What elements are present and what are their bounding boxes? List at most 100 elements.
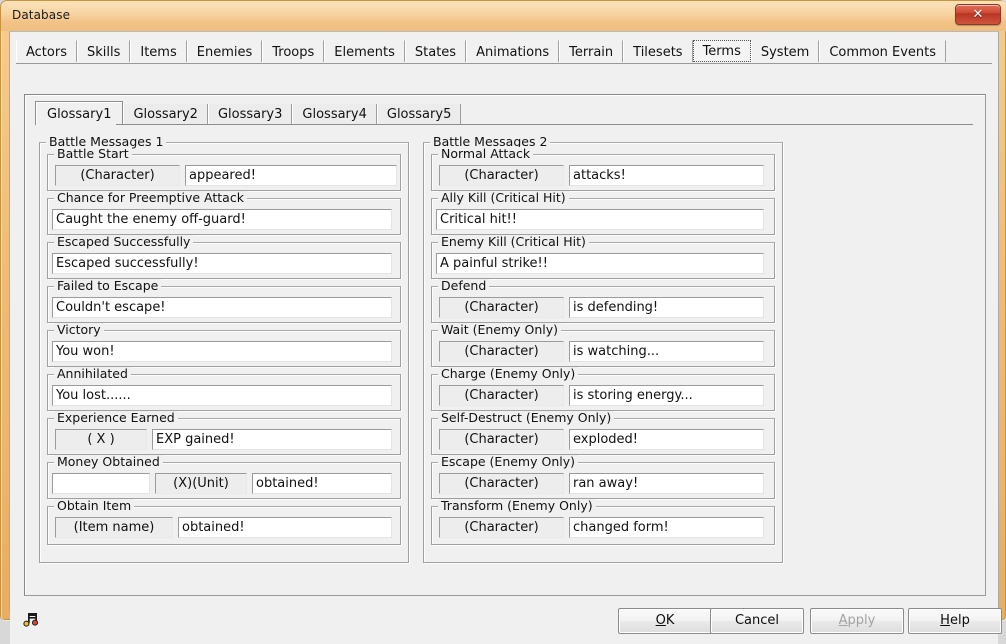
tab-animations[interactable]: Animations [466, 40, 559, 62]
text-input-charge-enemy-only-2[interactable]: is storing energy... [569, 385, 764, 406]
text-input-defend-2[interactable]: is defending! [569, 297, 764, 318]
group-title: Obtain Item [54, 499, 134, 513]
tab-troops[interactable]: Troops [262, 40, 324, 62]
static-label-self-destruct-enemy-only-1: (Character) [439, 429, 564, 450]
apply-button: Apply [810, 608, 904, 634]
tab-glossary1[interactable]: Glossary1 [35, 101, 123, 125]
tab-tilesets[interactable]: Tilesets [623, 40, 692, 62]
main-tab-underline [16, 63, 992, 64]
static-label-transform-enemy-only-1: (Character) [439, 517, 564, 538]
tab-label: Enemies [197, 45, 253, 60]
group-normal-attack: Normal Attack(Character)attacks! [431, 147, 775, 191]
glossary-tab-underline-mask [36, 124, 116, 125]
tab-actors[interactable]: Actors [16, 40, 77, 62]
group-title: Escaped Successfully [54, 235, 193, 249]
group-title: Experience Earned [54, 411, 178, 425]
group-title: Battle Start [54, 147, 132, 161]
group-victory: Victory You won! [47, 323, 401, 367]
tab-terms[interactable]: Terms [693, 40, 751, 62]
button-label: Cancel [735, 613, 779, 628]
text-input-enemy-kill-critical-hit-1[interactable]: A painful strike!! [436, 253, 764, 274]
text-input-experience-earned-2[interactable]: EXP gained! [152, 429, 392, 450]
group-money-obtained: Money Obtained (X)(Unit)obtained! [47, 455, 401, 499]
group-transform-enemy-only: Transform (Enemy Only)(Character)changed… [431, 499, 775, 545]
group-charge-enemy-only: Charge (Enemy Only)(Character)is storing… [431, 367, 775, 411]
tab-label: Troops [272, 45, 314, 60]
group-wait-enemy-only: Wait (Enemy Only)(Character)is watching.… [431, 323, 775, 367]
text-input-wait-enemy-only-2[interactable]: is watching... [569, 341, 764, 362]
button-label: OK [656, 613, 675, 628]
static-label-escape-enemy-only-1: (Character) [439, 473, 564, 494]
static-label-normal-attack-1: (Character) [439, 165, 564, 186]
database-window: Database ✕ Actors Skills Items Enemies Troop… [0, 0, 1006, 620]
ok-button[interactable]: OK [618, 608, 712, 634]
tab-elements[interactable]: Elements [324, 40, 405, 62]
group-battle-start: Battle Start(Character)appeared! [47, 147, 401, 191]
group-title: Money Obtained [54, 455, 163, 469]
tab-glossary5[interactable]: Glossary5 [377, 104, 461, 125]
tab-glossary4[interactable]: Glossary4 [292, 104, 376, 125]
text-input-escape-enemy-only-2[interactable]: ran away! [569, 473, 764, 494]
static-label-wait-enemy-only-1: (Character) [439, 341, 564, 362]
static-label-obtain-item-1: (Item name) [55, 517, 173, 538]
glossary-tab-underline [35, 124, 973, 125]
tab-items[interactable]: Items [130, 40, 186, 62]
group-title: Failed to Escape [54, 279, 161, 293]
dialog-footer: OK Cancel Apply Help [10, 598, 998, 644]
tab-system[interactable]: System [751, 40, 819, 62]
button-label: Help [940, 613, 970, 628]
close-button[interactable]: ✕ [955, 4, 1001, 25]
tab-label: Glossary5 [387, 107, 451, 122]
group-title: Escape (Enemy Only) [438, 455, 578, 469]
tab-label: Actors [26, 45, 67, 60]
cancel-button[interactable]: Cancel [710, 608, 804, 634]
group-ally-kill-critical-hit: Ally Kill (Critical Hit)Critical hit!! [431, 191, 775, 235]
group-title: Defend [438, 279, 489, 293]
tab-glossary2[interactable]: Glossary2 [123, 104, 207, 125]
text-input-money-obtained-1[interactable] [52, 473, 150, 494]
tab-label: Tilesets [633, 45, 682, 60]
close-icon: ✕ [956, 7, 1000, 23]
title-bar[interactable]: Database ✕ [1, 1, 1006, 31]
main-tab-bar: Actors Skills Items Enemies Troops ElementsSt… [16, 40, 992, 63]
group-chance-for-preemptive-attack: Chance for Preemptive Attack Caught the e… [47, 191, 401, 235]
tab-label: System [761, 45, 809, 60]
tab-terrain[interactable]: Terrain [559, 40, 623, 62]
tab-common-events[interactable]: Common Events [819, 40, 946, 62]
text-input-self-destruct-enemy-only-2[interactable]: exploded! [569, 429, 764, 450]
group-self-destruct-enemy-only: Self-Destruct (Enemy Only)(Character)exp… [431, 411, 775, 455]
text-input-transform-enemy-only-2[interactable]: changed form! [569, 517, 764, 538]
glossary-tab-bar: Glossary1Glossary2 Glossary3 Glossary4 Glos… [35, 101, 461, 125]
text-input-battle-start-2[interactable]: appeared! [185, 165, 397, 186]
group-title: Annihilated [54, 367, 131, 381]
tab-label: Animations [476, 45, 549, 60]
music-note-icon[interactable] [22, 610, 42, 630]
text-input-annihilated-1[interactable]: You lost...... [52, 385, 392, 406]
tab-states[interactable]: States [405, 40, 466, 62]
text-input-failed-to-escape-1[interactable]: Couldn't escape! [52, 297, 392, 318]
text-input-escaped-successfully-1[interactable]: Escaped successfully! [52, 253, 392, 274]
text-input-normal-attack-2[interactable]: attacks! [569, 165, 764, 186]
group-experience-earned: Experience Earned( X )EXP gained! [47, 411, 401, 455]
tab-skills[interactable]: Skills [77, 40, 130, 62]
static-label-money-obtained-2: (X)(Unit) [155, 473, 247, 494]
text-input-victory-1[interactable]: You won! [52, 341, 392, 362]
group-title: Enemy Kill (Critical Hit) [438, 235, 589, 249]
terms-tab-page: Glossary1Glossary2 Glossary3 Glossary4 Glos… [24, 94, 986, 596]
group-title: Victory [54, 323, 104, 337]
tab-glossary3[interactable]: Glossary3 [208, 104, 292, 125]
tab-label: Terrain [569, 45, 613, 60]
text-input-chance-for-preemptive-attack-1[interactable]: Caught the enemy off-guard! [52, 209, 392, 230]
text-input-ally-kill-critical-hit-1[interactable]: Critical hit!! [436, 209, 764, 230]
tab-label: Skills [87, 45, 120, 60]
tab-label: Common Events [829, 45, 936, 60]
help-button[interactable]: Help [908, 608, 1002, 634]
group-annihilated: Annihilated You lost...... [47, 367, 401, 411]
text-input-obtain-item-2[interactable]: obtained! [178, 517, 392, 538]
tab-enemies[interactable]: Enemies [187, 40, 263, 62]
group-obtain-item: Obtain Item (Item name)obtained! [47, 499, 401, 545]
tab-label: Glossary3 [218, 107, 282, 122]
tab-label: Terms [703, 44, 741, 59]
group-title: Chance for Preemptive Attack [54, 191, 247, 205]
text-input-money-obtained-3[interactable]: obtained! [252, 473, 392, 494]
